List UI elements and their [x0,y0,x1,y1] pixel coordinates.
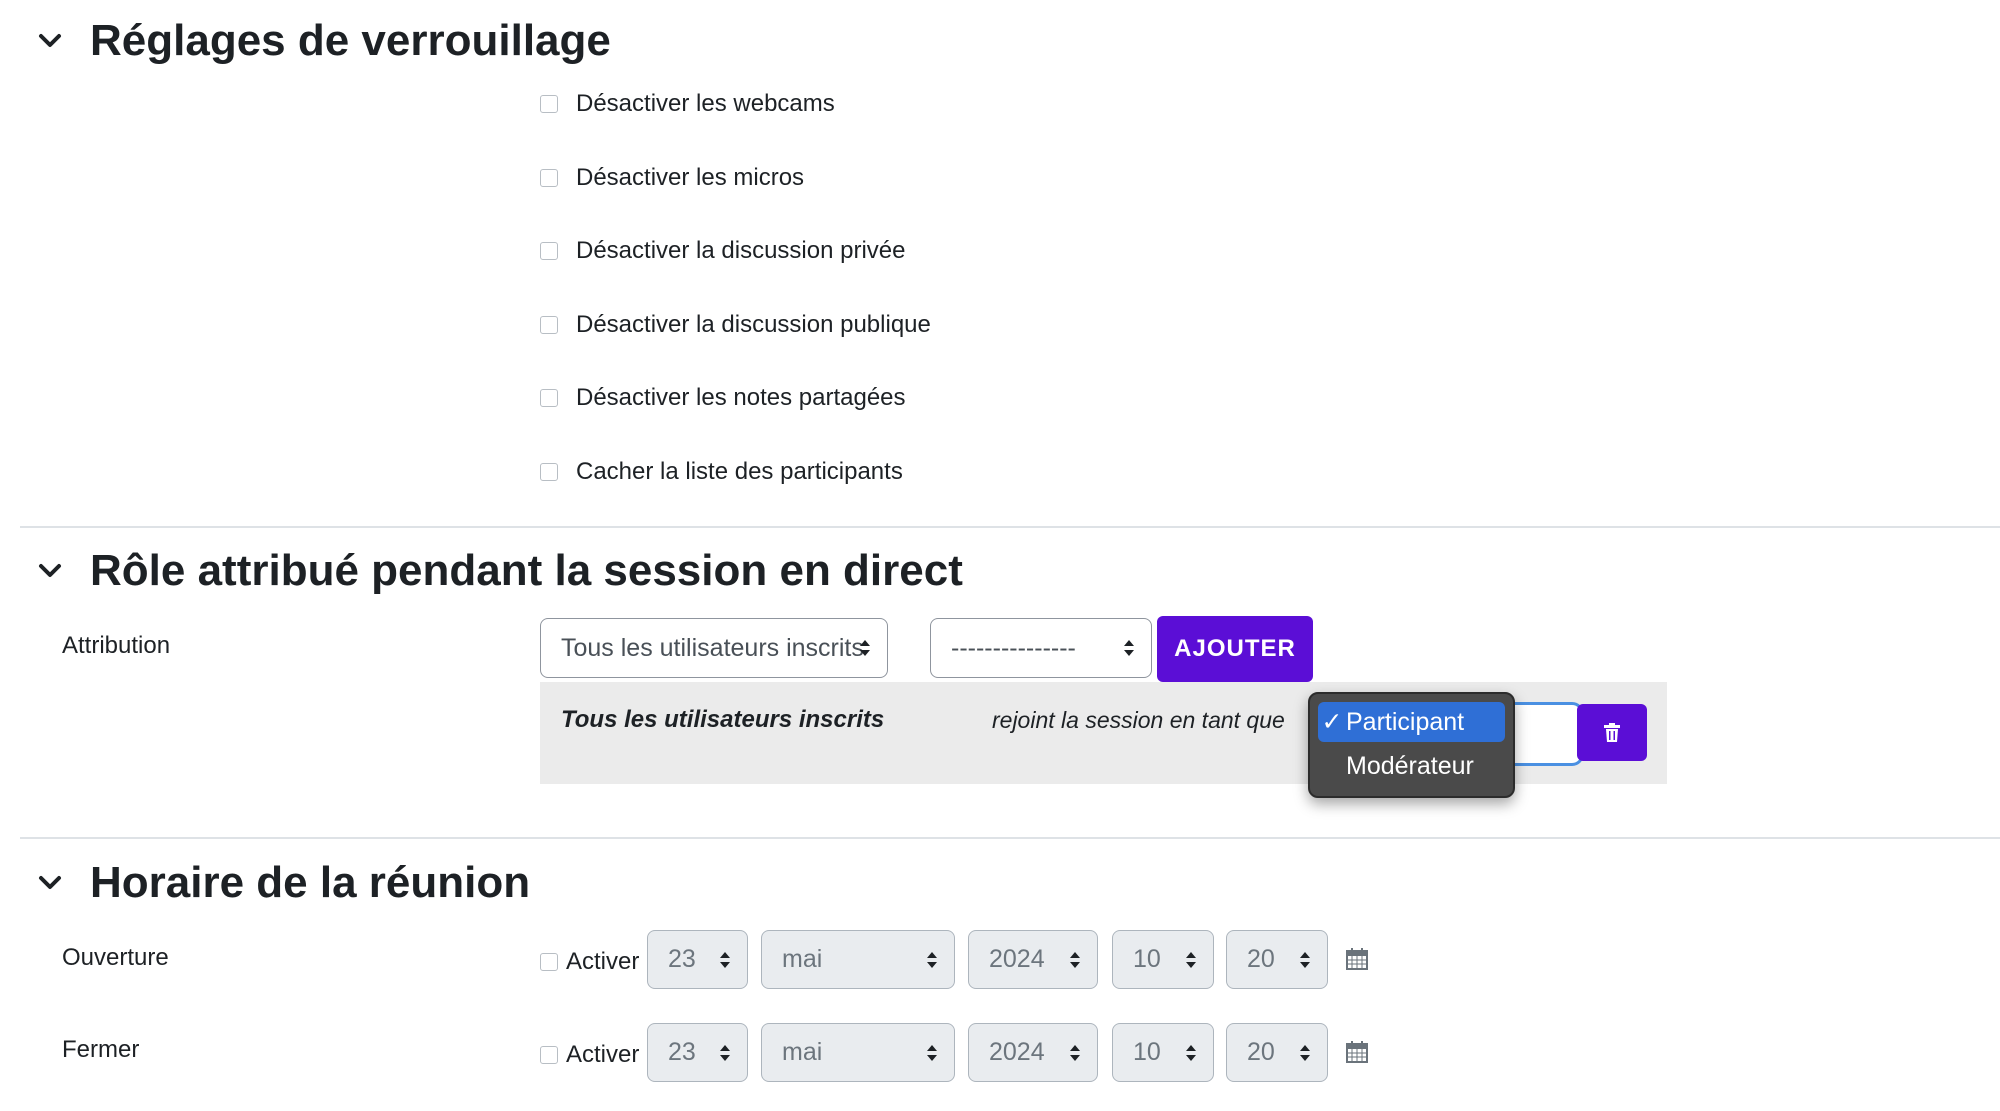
assignment-text: rejoint la session en tant que [992,707,1285,733]
select-value: 23 [668,1038,696,1066]
enable-label: Activer [566,1041,640,1068]
select-value: 2024 [989,945,1045,973]
sort-arrows-icon [860,640,870,656]
checkbox[interactable] [540,953,558,971]
assignment-user: Tous les utilisateurs inscrits [561,706,885,733]
opening-enable[interactable]: Activer [540,948,639,976]
checkbox[interactable] [540,316,558,334]
section-title-lock: Réglages de verrouillage [90,16,611,65]
chevron-down-icon[interactable] [36,557,64,585]
sort-arrows-icon [720,951,730,968]
checkbox-label: Cacher la liste des participants [576,458,903,485]
select-value: mai [782,945,823,973]
dropdown-option-participant[interactable]: ✓ Participant [1318,702,1505,742]
option-disable-private-chat[interactable]: Désactiver la discussion privée [540,237,905,265]
option-disable-shared-notes[interactable]: Désactiver les notes partagées [540,384,906,412]
checkbox[interactable] [540,389,558,407]
checkbox[interactable] [540,1046,558,1064]
user-picker-select[interactable]: --------------- [930,618,1152,678]
select-value: 20 [1247,1038,1275,1066]
sort-arrows-icon [1186,951,1196,968]
trash-icon [1604,722,1620,742]
option-label: Participant [1346,707,1465,736]
opening-label: Ouverture [62,944,169,971]
opening-minute-select[interactable]: 20 [1226,930,1328,989]
attribution-label: Attribution [62,632,171,659]
closing-year-select[interactable]: 2024 [968,1023,1098,1082]
section-header-schedule[interactable]: Horaire de la réunion [36,858,530,908]
checkbox[interactable] [540,95,558,113]
checkbox-label: Désactiver les micros [576,164,805,191]
opening-hour-select[interactable]: 10 [1112,930,1214,989]
dropdown-option-moderator[interactable]: Modérateur [1318,746,1505,786]
closing-enable[interactable]: Activer [540,1041,639,1069]
calendar-icon[interactable] [1346,1041,1368,1063]
option-disable-webcams[interactable]: Désactiver les webcams [540,90,835,118]
checkbox[interactable] [540,169,558,187]
checkbox-label: Désactiver les webcams [576,90,835,117]
sort-arrows-icon [927,1044,937,1061]
option-label: Modérateur [1346,751,1474,780]
section-divider [20,526,2000,528]
select-value: 20 [1247,945,1275,973]
section-divider [20,837,2000,839]
sort-arrows-icon [720,1044,730,1061]
checkmark-icon: ✓ [1321,708,1343,736]
checkbox-label: Désactiver la discussion publique [576,311,931,338]
option-disable-public-chat[interactable]: Désactiver la discussion publique [540,311,931,339]
closing-hour-select[interactable]: 10 [1112,1023,1214,1082]
checkbox[interactable] [540,242,558,260]
select-value: mai [782,1038,823,1066]
add-button[interactable]: AJOUTER [1157,616,1313,682]
sort-arrows-icon [1070,1044,1080,1061]
calendar-icon[interactable] [1346,948,1368,970]
checkbox[interactable] [540,463,558,481]
select-value: 10 [1133,1038,1161,1066]
option-hide-participant-list[interactable]: Cacher la liste des participants [540,458,903,486]
select-value: 10 [1133,945,1161,973]
closing-month-select[interactable]: mai [761,1023,955,1082]
role-dropdown-menu: ✓ Participant Modérateur [1308,692,1515,798]
sort-arrows-icon [1124,640,1134,656]
users-select-value: Tous les utilisateurs inscrits [561,633,864,662]
chevron-down-icon[interactable] [36,27,64,55]
section-title-role: Rôle attribué pendant la session en dire… [90,546,963,595]
users-select[interactable]: Tous les utilisateurs inscrits [540,618,888,678]
checkbox-label: Désactiver les notes partagées [576,384,906,411]
user-picker-select-value: --------------- [951,633,1076,662]
sort-arrows-icon [1186,1044,1196,1061]
opening-day-select[interactable]: 23 [647,930,748,989]
section-header-lock[interactable]: Réglages de verrouillage [36,16,611,66]
opening-year-select[interactable]: 2024 [968,930,1098,989]
checkbox-label: Désactiver la discussion privée [576,237,906,264]
section-title-schedule: Horaire de la réunion [90,858,531,907]
closing-minute-select[interactable]: 20 [1226,1023,1328,1082]
chevron-down-icon[interactable] [36,869,64,897]
sort-arrows-icon [1300,951,1310,968]
sort-arrows-icon [1070,951,1080,968]
closing-label: Fermer [62,1036,140,1063]
enable-label: Activer [566,948,640,975]
sort-arrows-icon [1300,1044,1310,1061]
section-header-role[interactable]: Rôle attribué pendant la session en dire… [36,546,963,596]
delete-button[interactable] [1577,704,1647,761]
sort-arrows-icon [927,951,937,968]
closing-day-select[interactable]: 23 [647,1023,748,1082]
select-value: 23 [668,945,696,973]
opening-month-select[interactable]: mai [761,930,955,989]
select-value: 2024 [989,1038,1045,1066]
option-disable-mics[interactable]: Désactiver les micros [540,164,804,192]
